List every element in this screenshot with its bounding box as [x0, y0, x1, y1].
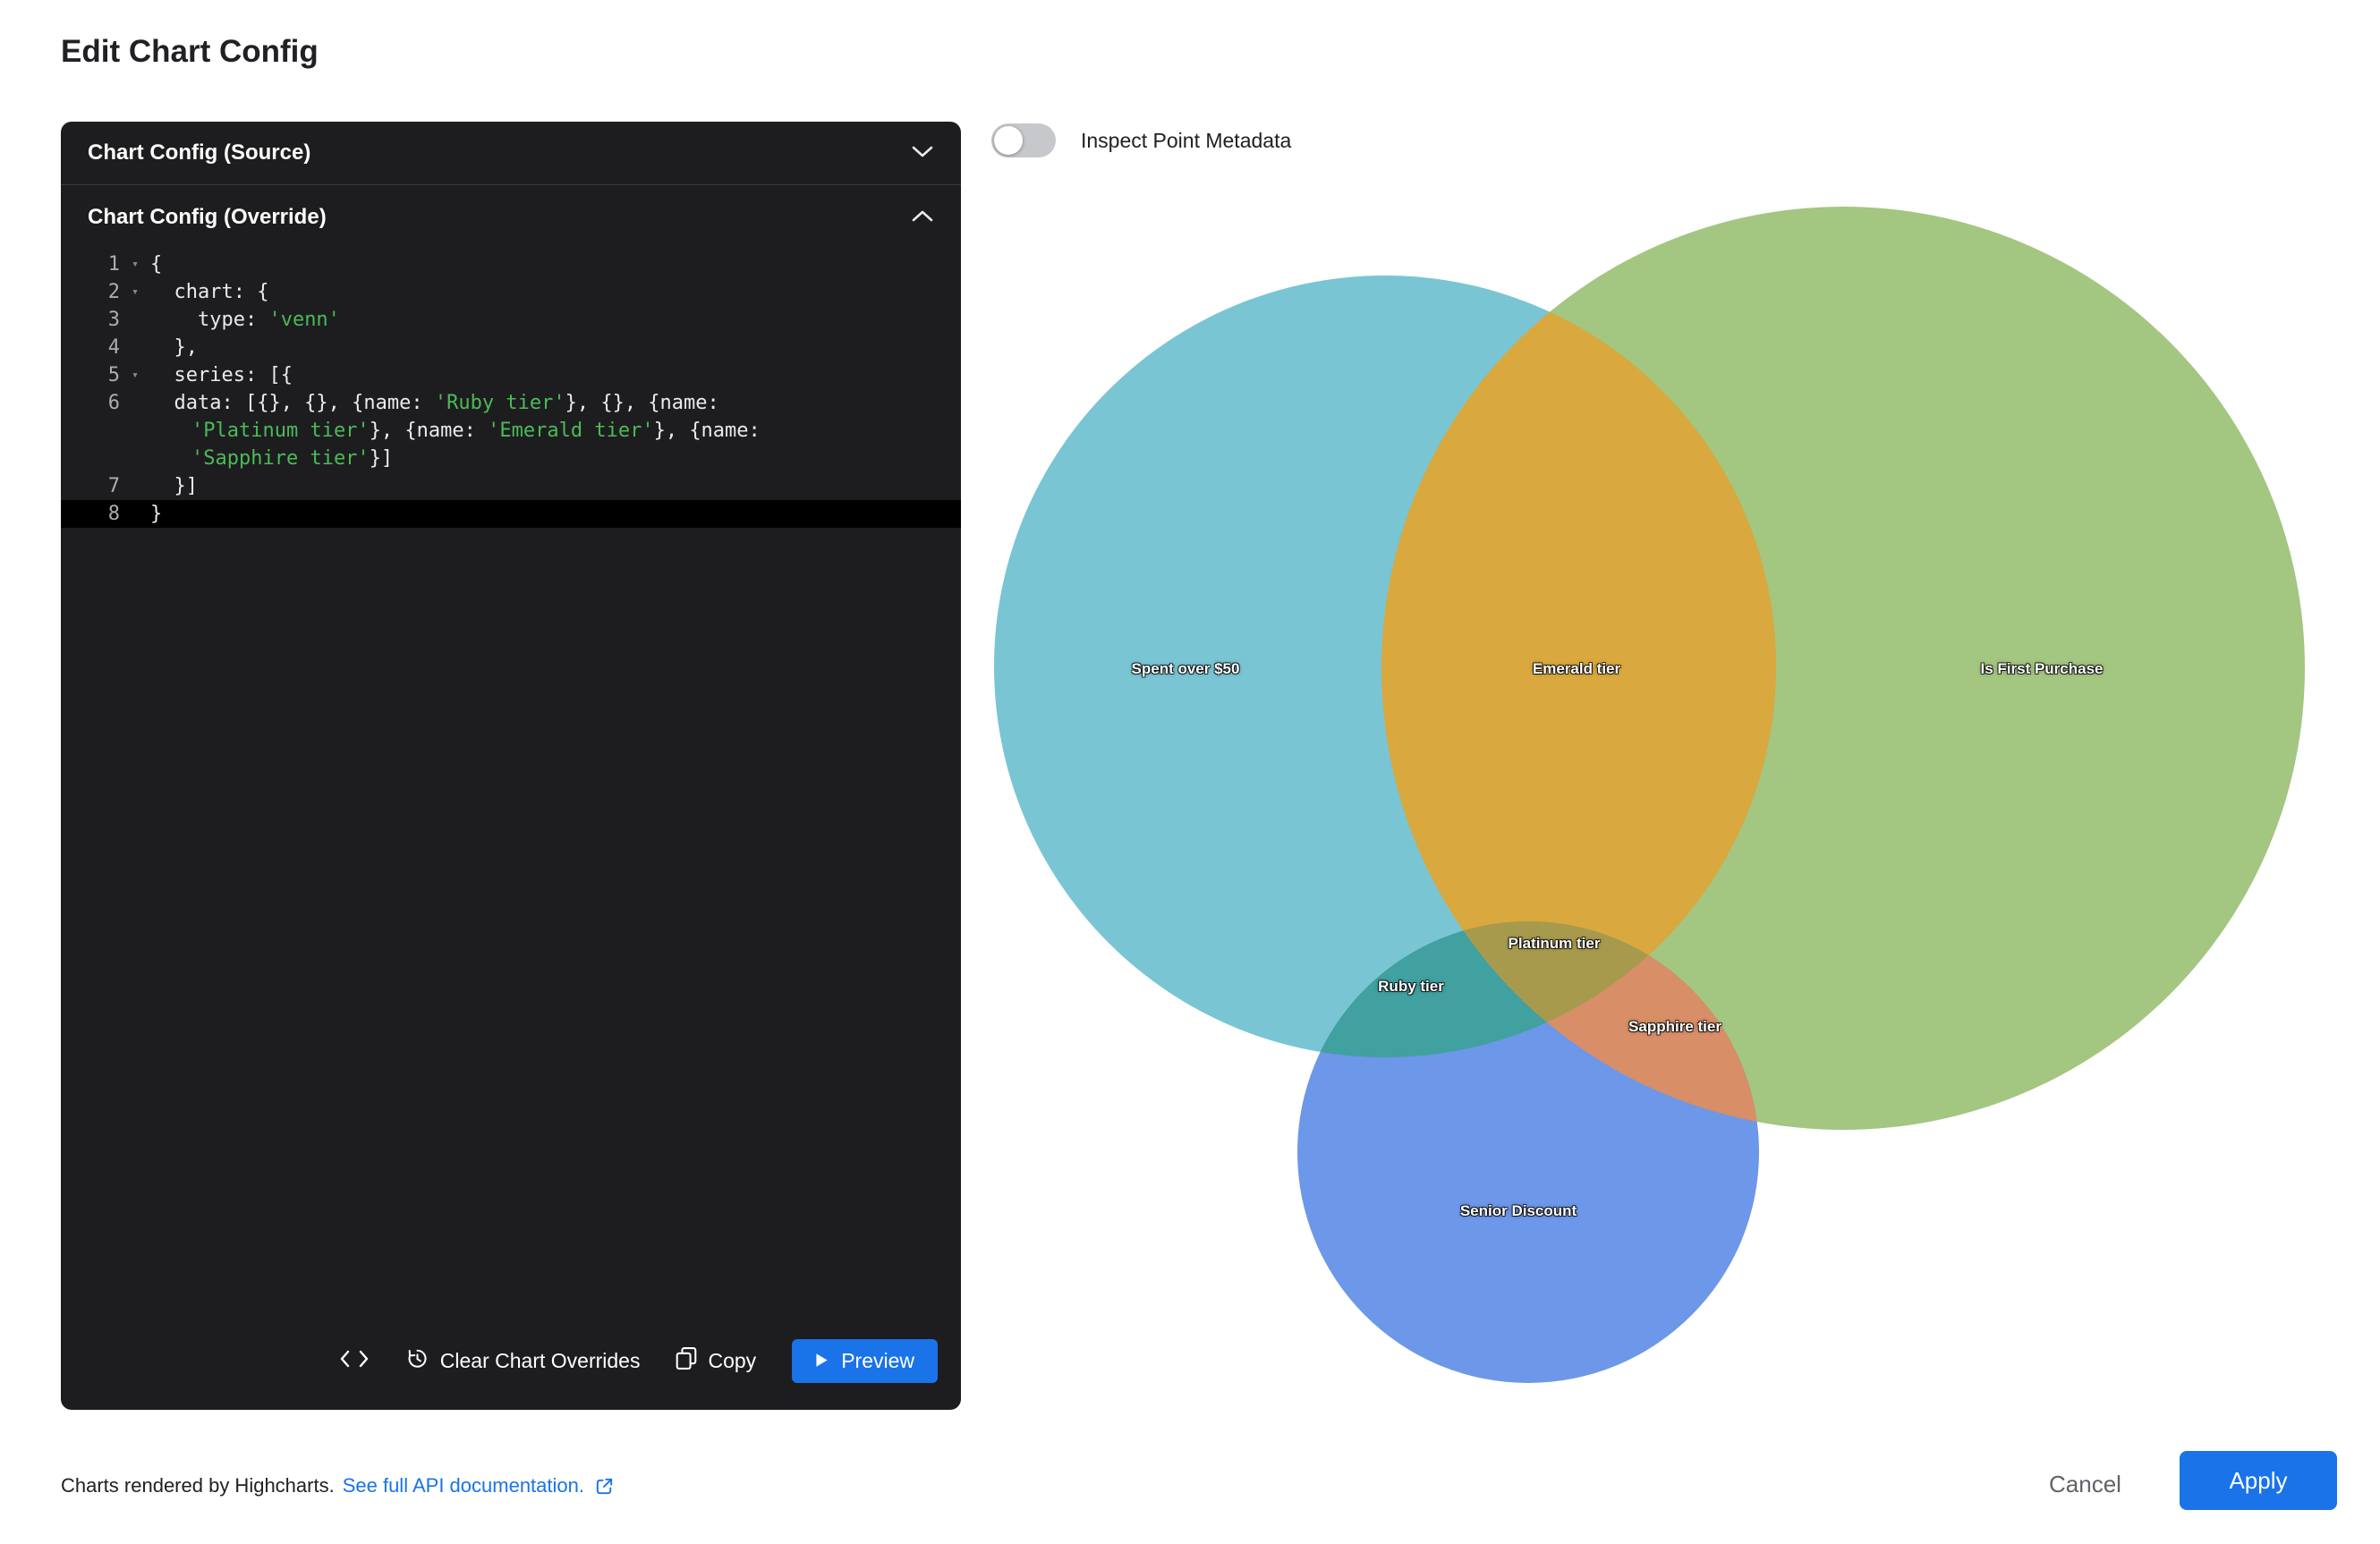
highcharts-credit: Charts rendered by Highcharts. — [61, 1474, 335, 1497]
code-line[interactable]: 2▾ chart: { — [61, 278, 961, 306]
line-number: 6 — [61, 389, 120, 417]
inspect-point-metadata-label: Inspect Point Metadata — [1081, 129, 1291, 153]
venn-svg — [991, 199, 2333, 1397]
code-text: 'Platinum tier'}, {name: 'Emerald tier'}… — [150, 417, 761, 445]
code-line[interactable]: 1▾{ — [61, 250, 961, 278]
fold-arrow-icon[interactable]: ▾ — [120, 278, 150, 306]
code-text: series: [{ — [150, 361, 293, 389]
line-number: 4 — [61, 334, 120, 361]
fold-spacer — [120, 306, 150, 334]
line-number: 8 — [61, 500, 120, 528]
chevron-up-icon[interactable] — [911, 205, 934, 230]
code-text: { — [150, 250, 162, 278]
code-text: chart: { — [150, 278, 268, 306]
code-line[interactable]: 5▾ series: [{ — [61, 361, 961, 389]
code-text: } — [150, 500, 162, 528]
code-line[interactable]: 7 }] — [61, 472, 961, 500]
code-text: data: [{}, {}, {name: 'Ruby tier'}, {}, … — [150, 389, 719, 417]
fold-spacer — [120, 500, 150, 528]
inspect-point-metadata-toggle[interactable] — [991, 123, 1056, 157]
fold-spacer — [120, 417, 150, 445]
line-number: 2 — [61, 278, 120, 306]
override-config-header[interactable]: Chart Config (Override) — [61, 185, 961, 249]
source-config-header[interactable]: Chart Config (Source) — [61, 122, 961, 185]
chevron-down-icon[interactable] — [911, 140, 934, 165]
preview-label: Preview — [841, 1349, 914, 1373]
code-text: }, — [150, 334, 198, 361]
line-number: 3 — [61, 306, 120, 334]
editor-toolbar: Clear Chart Overrides Copy Preview — [61, 1339, 961, 1410]
code-line[interactable]: 8} — [61, 500, 961, 528]
fold-spacer — [120, 389, 150, 417]
code-line[interactable]: 4 }, — [61, 334, 961, 361]
clear-overrides-button[interactable]: Clear Chart Overrides — [405, 1346, 641, 1376]
clear-overrides-label: Clear Chart Overrides — [440, 1349, 641, 1373]
line-number — [61, 417, 120, 445]
source-config-header-label: Chart Config (Source) — [88, 140, 310, 165]
line-number: 7 — [61, 472, 120, 500]
code-line[interactable]: 3 type: 'venn' — [61, 306, 961, 334]
code-line[interactable]: 6 data: [{}, {}, {name: 'Ruby tier'}, {}… — [61, 389, 961, 417]
line-number: 1 — [61, 250, 120, 278]
code-editor[interactable]: 1▾{2▾ chart: {3 type: 'venn'4 },5▾ serie… — [61, 249, 961, 1339]
page-title: Edit Chart Config — [61, 34, 319, 70]
venn-chart: Spent over $50Is First PurchaseSenior Di… — [991, 199, 2333, 1397]
code-text: 'Sapphire tier'}] — [150, 445, 393, 472]
code-brackets-icon — [339, 1349, 370, 1374]
chart-config-editor-panel: Chart Config (Source) Chart Config (Over… — [61, 122, 961, 1410]
apply-button[interactable]: Apply — [2180, 1451, 2337, 1510]
external-link-icon[interactable] — [594, 1476, 615, 1497]
preview-button[interactable]: Preview — [792, 1339, 938, 1383]
fold-spacer — [120, 445, 150, 472]
code-text: }] — [150, 472, 198, 500]
line-number: 5 — [61, 361, 120, 389]
override-config-header-label: Chart Config (Override) — [88, 205, 327, 230]
fold-arrow-icon[interactable]: ▾ — [120, 361, 150, 389]
fold-arrow-icon[interactable]: ▾ — [120, 250, 150, 278]
code-view-button[interactable] — [339, 1349, 370, 1374]
code-text: type: 'venn' — [150, 306, 340, 334]
cancel-button[interactable]: Cancel — [2031, 1463, 2139, 1506]
toggle-knob — [994, 126, 1023, 155]
fold-spacer — [120, 334, 150, 361]
copy-button[interactable]: Copy — [676, 1346, 756, 1376]
history-icon — [405, 1346, 429, 1376]
play-icon — [815, 1349, 829, 1373]
fold-spacer — [120, 472, 150, 500]
footer-credit-row: Charts rendered by Highcharts. See full … — [61, 1474, 615, 1497]
copy-label: Copy — [708, 1349, 756, 1373]
code-line[interactable]: 'Platinum tier'}, {name: 'Emerald tier'}… — [61, 417, 961, 445]
line-number — [61, 445, 120, 472]
api-doc-link[interactable]: See full API documentation. — [343, 1474, 584, 1497]
copy-icon — [676, 1346, 697, 1376]
code-line[interactable]: 'Sapphire tier'}] — [61, 445, 961, 472]
